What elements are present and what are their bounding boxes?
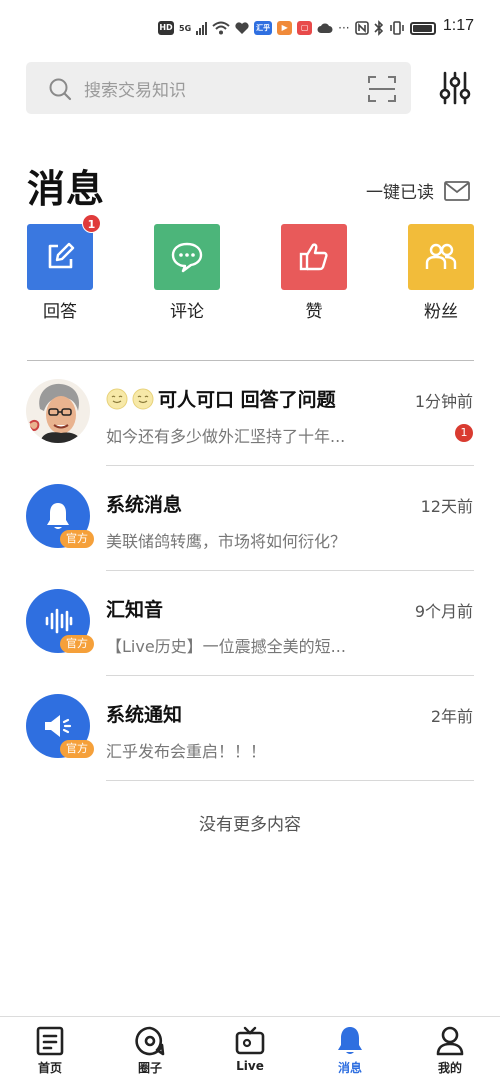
category-answers[interactable]: 1 回答 [26, 214, 101, 322]
unread-badge: 1 [455, 424, 473, 442]
page-title: 消息 [27, 167, 106, 211]
tv-icon [235, 1026, 265, 1055]
official-tag: 官方 [60, 740, 94, 758]
nav-label: Live [236, 1059, 264, 1073]
megaphone-icon [45, 715, 72, 737]
message-title-row: 可人可口 回答了问题 [106, 385, 336, 412]
status-bar: HD 5G 汇乎 ▶ ▢ ··· 1:17 [0, 0, 500, 56]
category-likes[interactable]: 赞 [280, 224, 348, 322]
message-time: 1分钟前 [414, 392, 473, 411]
status-time: 1:17 [442, 17, 474, 34]
hd-indicator: HD [158, 21, 174, 35]
smile-emoji-icon [132, 388, 154, 409]
bell-icon [338, 1027, 362, 1054]
category-fans[interactable]: 粉丝 [407, 224, 475, 322]
video-app-icon: ▶ [277, 21, 293, 35]
battery-icon [409, 21, 436, 35]
message-time: 2年前 [430, 707, 473, 726]
overflow-icon: ··· [338, 21, 350, 35]
message-title: 汇知音 [106, 595, 163, 622]
audio-wave-icon [45, 608, 73, 634]
mail-icon [444, 180, 470, 201]
message-item[interactable]: 官方 汇知音 9个月前 【Live历史】一位震撼全美的短... [0, 571, 500, 676]
user-avatar[interactable] [26, 379, 90, 443]
divider [106, 780, 474, 781]
category-badge: 1 [82, 214, 101, 233]
message-preview: 如今还有多少做外汇坚持了十年... [106, 427, 346, 446]
category-comments[interactable]: 评论 [153, 224, 221, 322]
heart-icon [235, 21, 249, 34]
smile-emoji-icon [106, 388, 128, 409]
no-more-content-label: 没有更多内容 [199, 815, 301, 835]
filter-settings-icon[interactable] [437, 70, 473, 106]
mark-all-read-label: 一键已读 [366, 183, 434, 203]
bluetooth-icon [374, 20, 383, 36]
vibrate-icon [389, 21, 404, 35]
message-time: 9个月前 [414, 602, 473, 621]
home-doc-icon [36, 1026, 64, 1056]
nav-label: 首页 [37, 1061, 62, 1075]
message-title: 可人可口 回答了问题 [158, 389, 336, 411]
nav-circle[interactable]: 圈子 [120, 1025, 180, 1076]
nav-profile[interactable]: 我的 [420, 1025, 480, 1076]
circle-icon [135, 1026, 165, 1056]
message-title-text: 系统通知 [106, 704, 183, 726]
fans-icon [425, 243, 457, 269]
message-preview: 美联储鸽转鹰，市场将如何衍化？ [106, 532, 347, 551]
message-title: 系统通知 [106, 700, 182, 727]
bell-icon [47, 503, 69, 529]
official-tag: 官方 [60, 530, 94, 548]
message-title-text: 汇知音 [106, 599, 164, 621]
category-label: 粉丝 [424, 302, 458, 322]
wifi-icon [212, 21, 230, 35]
notice-avatar[interactable]: 官方 [26, 694, 94, 758]
message-preview: 【Live历史】一位震撼全美的短... [106, 637, 346, 656]
category-label: 回答 [43, 302, 77, 322]
comment-icon [171, 242, 203, 273]
edit-icon [48, 242, 75, 269]
bottom-nav: 首页 圈子 Live 消息 我的 [0, 1016, 500, 1083]
thumbs-up-icon [299, 243, 328, 271]
signal-icon [196, 21, 208, 35]
nav-label: 圈子 [137, 1061, 162, 1075]
category-tile [281, 224, 347, 290]
message-item[interactable]: 官方 系统消息 12天前 美联储鸽转鹰，市场将如何衍化？ [0, 466, 500, 571]
search-placeholder[interactable]: 搜索交易知识 [84, 76, 186, 101]
official-tag: 官方 [60, 635, 94, 653]
search-bar[interactable]: 搜索交易知识 [26, 62, 411, 114]
nav-messages[interactable]: 消息 [320, 1025, 380, 1076]
app-notification-icon: 汇乎 [254, 21, 273, 35]
person-icon [436, 1026, 464, 1056]
mark-all-read-button[interactable]: 一键已读 [366, 178, 470, 203]
category-tile [408, 224, 474, 290]
search-icon [49, 78, 72, 101]
audio-avatar[interactable]: 官方 [26, 589, 94, 653]
system-avatar[interactable]: 官方 [26, 484, 94, 548]
category-label: 赞 [305, 302, 323, 322]
app-icon: ▢ [297, 21, 313, 35]
message-preview: 汇乎发布会重启！！！ [106, 742, 267, 761]
nfc-icon [354, 21, 369, 35]
category-label: 评论 [170, 302, 204, 322]
scan-icon[interactable] [367, 74, 397, 104]
message-title: 系统消息 [106, 490, 182, 517]
message-item[interactable]: 官方 系统通知 2年前 汇乎发布会重启！！！ [0, 676, 500, 781]
nav-live[interactable]: Live [220, 1025, 280, 1073]
category-tile [154, 224, 220, 290]
cloud-icon [317, 23, 333, 33]
5g-indicator: 5G [179, 23, 192, 33]
user-avatar-image [26, 379, 90, 443]
message-time: 12天前 [420, 497, 473, 516]
nav-label: 我的 [437, 1061, 462, 1075]
status-icons: HD 5G 汇乎 ▶ ▢ ··· [158, 18, 436, 38]
message-item[interactable]: 可人可口 回答了问题 1分钟前 如今还有多少做外汇坚持了十年... 1 [0, 361, 500, 466]
nav-home[interactable]: 首页 [20, 1025, 80, 1076]
message-title-text: 系统消息 [106, 494, 183, 516]
category-tile: 1 [27, 214, 101, 290]
nav-label: 消息 [337, 1061, 362, 1075]
